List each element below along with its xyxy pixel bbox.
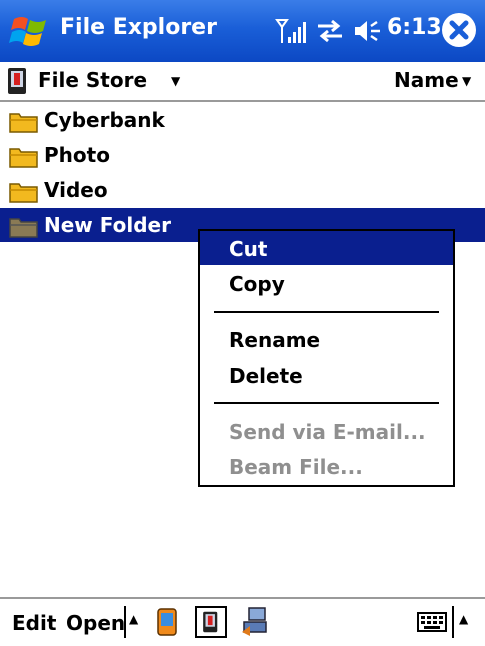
menu-bar: Edit Open ▲ ▲: [0, 597, 485, 646]
file-name: Cyberbank: [44, 108, 165, 132]
list-item[interactable]: Cyberbank: [0, 103, 485, 138]
file-name: Video: [44, 178, 108, 202]
list-item[interactable]: Video: [0, 173, 485, 208]
file-name: New Folder: [44, 213, 171, 237]
device-memory-icon[interactable]: [153, 606, 181, 638]
edit-menu[interactable]: Edit: [12, 611, 56, 635]
menu-item-rename[interactable]: Rename: [200, 322, 453, 356]
menu-item-delete[interactable]: Delete: [200, 358, 453, 392]
volume-icon[interactable]: [353, 18, 385, 44]
sort-dropdown[interactable]: Name: [394, 68, 459, 92]
app-title: File Explorer: [60, 15, 217, 40]
close-icon[interactable]: [439, 10, 479, 50]
list-item[interactable]: Photo: [0, 138, 485, 173]
signal-strength-icon[interactable]: [275, 16, 307, 46]
divider: [452, 606, 454, 638]
chevron-down-icon[interactable]: ▼: [171, 74, 180, 88]
chevron-up-icon[interactable]: ▲: [129, 612, 138, 626]
keyboard-icon[interactable]: [417, 611, 447, 633]
storage-card-button[interactable]: [195, 606, 227, 638]
menu-separator: [214, 402, 439, 404]
menu-item-send-email: Send via E-mail...: [229, 420, 426, 444]
open-menu[interactable]: Open: [66, 611, 125, 635]
folder-icon: [9, 218, 38, 238]
folder-icon: [9, 183, 38, 203]
chevron-up-icon[interactable]: ▲: [459, 612, 468, 626]
menu-separator: [214, 311, 439, 313]
divider: [124, 606, 126, 638]
windows-start-icon[interactable]: [8, 13, 52, 49]
title-bar: File Explorer 6:13: [0, 0, 485, 62]
chevron-down-icon[interactable]: ▼: [462, 74, 471, 88]
menu-item-beam-file: Beam File...: [229, 455, 363, 479]
location-bar: File Store ▼ Name ▼: [0, 62, 485, 102]
context-menu: Cut Copy Rename Delete Send via E-mail..…: [198, 229, 455, 487]
connectivity-icon[interactable]: [316, 18, 344, 44]
folder-icon: [9, 113, 38, 133]
file-list: Cyberbank Photo Video New Folder: [0, 103, 485, 242]
storage-card-icon: [203, 611, 218, 633]
clock[interactable]: 6:13: [387, 15, 442, 40]
storage-card-icon: [8, 68, 26, 94]
folder-icon: [9, 148, 38, 168]
menu-item-cut[interactable]: Cut: [200, 231, 453, 265]
location-dropdown[interactable]: File Store: [38, 68, 147, 92]
network-share-icon[interactable]: [240, 606, 270, 638]
menu-item-copy[interactable]: Copy: [200, 266, 453, 300]
file-name: Photo: [44, 143, 110, 167]
